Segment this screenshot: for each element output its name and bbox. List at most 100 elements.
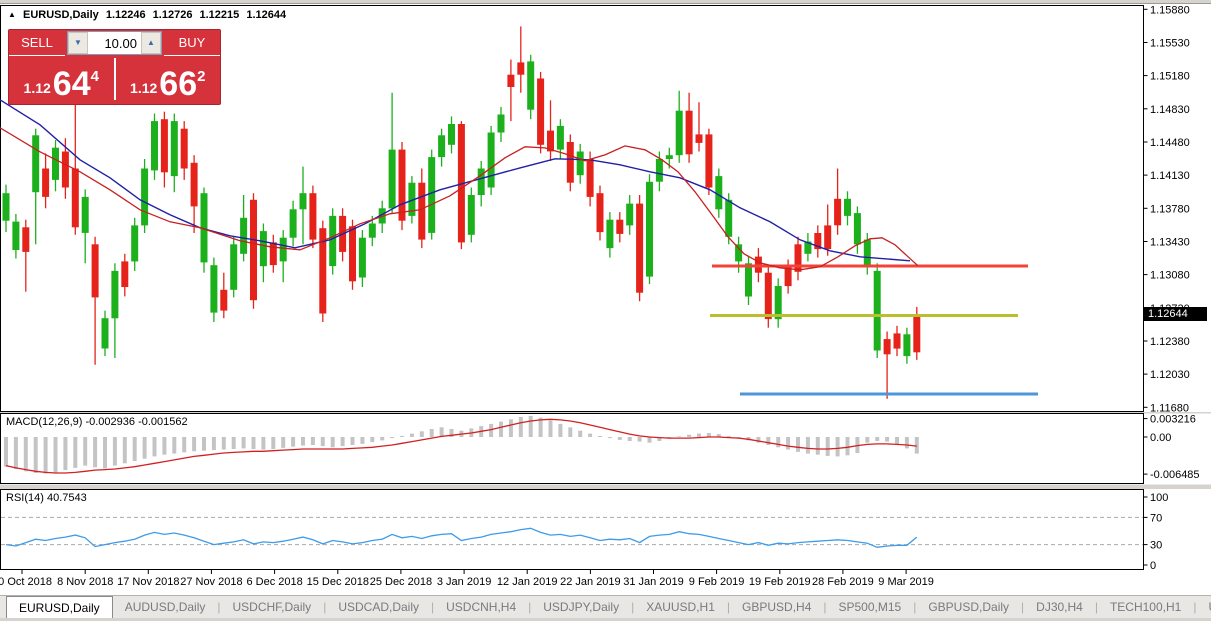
tab-usdcnh-h4[interactable]: USDCNH,H4 bbox=[434, 596, 528, 618]
bid-pip-digit: 4 bbox=[91, 68, 99, 85]
collapse-icon[interactable]: ▲ bbox=[8, 10, 16, 19]
svg-text:1.13080: 1.13080 bbox=[1150, 270, 1190, 282]
ask-big-digits: 66 bbox=[159, 69, 197, 99]
candle-body bbox=[141, 169, 148, 226]
candle-body bbox=[903, 334, 910, 356]
candle-body bbox=[121, 261, 128, 287]
tab-gbpusd-h4[interactable]: GBPUSD,H4 bbox=[730, 596, 823, 618]
candle-body bbox=[864, 240, 871, 267]
rsi-indicator-label: RSI(14) 40.7543 bbox=[6, 492, 87, 504]
candle-body bbox=[52, 148, 59, 180]
svg-text:1.13780: 1.13780 bbox=[1150, 203, 1190, 215]
candle-body bbox=[725, 200, 732, 237]
tab-gbpusd-daily[interactable]: GBPUSD,Daily bbox=[916, 596, 1021, 618]
svg-text:1.12030: 1.12030 bbox=[1150, 369, 1190, 381]
svg-text:1.14130: 1.14130 bbox=[1150, 170, 1190, 182]
symbol-period-label: EURUSD,Daily bbox=[23, 9, 99, 21]
candle-body bbox=[111, 271, 118, 318]
candle-body bbox=[82, 197, 89, 233]
tab-usdcad-daily[interactable]: USDCAD,Daily bbox=[326, 596, 431, 618]
candle-body bbox=[309, 193, 316, 239]
candle-body bbox=[210, 265, 217, 312]
tab-usdjpy-daily[interactable]: USDJPY,Daily bbox=[531, 596, 631, 618]
bid-prefix: 1.12 bbox=[24, 80, 51, 96]
candle-body bbox=[329, 216, 336, 266]
svg-text:100: 100 bbox=[1150, 492, 1168, 504]
svg-text:17 Nov 2018: 17 Nov 2018 bbox=[117, 576, 179, 588]
candle-body bbox=[894, 333, 901, 348]
svg-text:9 Feb 2019: 9 Feb 2019 bbox=[689, 576, 745, 588]
candle-body bbox=[488, 133, 495, 188]
candle-body bbox=[280, 238, 287, 262]
quote-close: 1.12644 bbox=[246, 9, 286, 21]
date-axis: 30 Oct 20188 Nov 201817 Nov 201827 Nov 2… bbox=[0, 570, 934, 588]
candle-body bbox=[765, 273, 772, 319]
buy-button[interactable]: BUY bbox=[164, 30, 220, 56]
tab-dj30-h4[interactable]: DJ30,H4 bbox=[1024, 596, 1095, 618]
candle-body bbox=[696, 134, 703, 143]
svg-text:70: 70 bbox=[1150, 512, 1162, 524]
chart-tab-bar: EURUSD,DailyAUDUSD,Daily|USDCHF,Daily|US… bbox=[0, 595, 1211, 618]
tab-audusd-daily[interactable]: AUDUSD,Daily bbox=[113, 596, 218, 618]
volume-up-icon[interactable]: ▲ bbox=[141, 32, 161, 54]
candle-body bbox=[230, 244, 237, 289]
candle-body bbox=[131, 225, 138, 261]
svg-text:0.003216: 0.003216 bbox=[1150, 414, 1196, 426]
bid-price-button[interactable]: 1.12 64 4 bbox=[9, 56, 114, 102]
candle-body bbox=[636, 204, 643, 293]
candle-body bbox=[735, 244, 742, 261]
tab-ukc[interactable]: UKC bbox=[1196, 596, 1211, 618]
svg-text:25 Dec 2018: 25 Dec 2018 bbox=[370, 576, 432, 588]
macd-indicator-label: MACD(12,26,9) -0.002936 -0.001562 bbox=[6, 416, 188, 428]
candle-body bbox=[369, 224, 376, 238]
sell-button[interactable]: SELL bbox=[9, 30, 65, 56]
tab-tech100-h1[interactable]: TECH100,H1 bbox=[1098, 596, 1193, 618]
candle-body bbox=[270, 242, 277, 265]
candle-body bbox=[795, 244, 802, 271]
svg-text:30 Oct 2018: 30 Oct 2018 bbox=[0, 576, 52, 588]
current-price-tag: 1.12644 bbox=[1144, 307, 1207, 321]
candle-body bbox=[438, 135, 445, 157]
svg-text:0.00: 0.00 bbox=[1150, 432, 1171, 444]
quote-low: 1.12215 bbox=[200, 9, 240, 21]
volume-input[interactable]: 10.00 bbox=[88, 32, 141, 54]
ask-prefix: 1.12 bbox=[130, 80, 157, 96]
svg-text:3 Jan 2019: 3 Jan 2019 bbox=[437, 576, 491, 588]
candle-body bbox=[161, 119, 168, 172]
candle-body bbox=[874, 271, 881, 351]
volume-down-icon[interactable]: ▼ bbox=[68, 32, 88, 54]
candle-body bbox=[666, 155, 673, 159]
rsi-panel-frame bbox=[1, 490, 1144, 570]
tab-sp500-m15[interactable]: SP500,M15 bbox=[827, 596, 914, 618]
candle-body bbox=[745, 263, 752, 296]
candle-body bbox=[359, 238, 366, 278]
tab-eurusd-daily[interactable]: EURUSD,Daily bbox=[6, 596, 113, 618]
candle-body bbox=[428, 157, 435, 233]
svg-text:6 Dec 2018: 6 Dec 2018 bbox=[246, 576, 302, 588]
candle-body bbox=[181, 129, 188, 169]
candle-body bbox=[250, 200, 257, 300]
svg-text:1.13430: 1.13430 bbox=[1150, 237, 1190, 249]
candle-body bbox=[527, 61, 534, 109]
svg-text:0: 0 bbox=[1150, 560, 1156, 572]
svg-text:1.12380: 1.12380 bbox=[1150, 336, 1190, 348]
svg-text:-0.006485: -0.006485 bbox=[1150, 469, 1200, 481]
ask-price-button[interactable]: 1.12 66 2 bbox=[116, 56, 221, 102]
svg-text:1.15530: 1.15530 bbox=[1150, 38, 1190, 50]
svg-text:9 Mar 2019: 9 Mar 2019 bbox=[878, 576, 934, 588]
svg-text:12 Jan 2019: 12 Jan 2019 bbox=[497, 576, 558, 588]
svg-text:1.14830: 1.14830 bbox=[1150, 104, 1190, 116]
candle-body bbox=[349, 226, 356, 281]
tab-xauusd-h1[interactable]: XAUUSD,H1 bbox=[634, 596, 727, 618]
candle-body bbox=[300, 193, 307, 209]
candle-body bbox=[290, 209, 297, 237]
candle-body bbox=[616, 220, 623, 234]
candle-body bbox=[834, 199, 841, 226]
candle-body bbox=[418, 183, 425, 240]
candle-body bbox=[626, 204, 633, 226]
candle-body bbox=[517, 62, 524, 74]
candle-body bbox=[646, 182, 653, 277]
svg-text:1.15180: 1.15180 bbox=[1150, 71, 1190, 83]
quote-open: 1.12246 bbox=[106, 9, 146, 21]
tab-usdchf-daily[interactable]: USDCHF,Daily bbox=[221, 596, 324, 618]
